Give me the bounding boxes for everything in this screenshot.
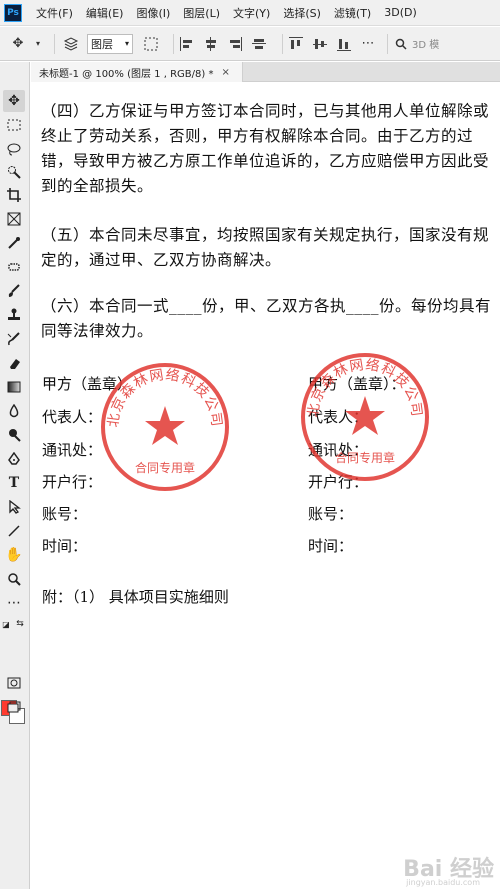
divider xyxy=(282,33,283,54)
distribute-middle-icon[interactable] xyxy=(313,37,327,51)
party-b-account: 账号： xyxy=(308,505,354,523)
options-bar: ✥ ▾ 图层 ▾ ⋯ 3D 模 xyxy=(0,27,500,61)
zoom-tool-icon[interactable] xyxy=(3,568,25,590)
document-tab-bar: 未标题-1 @ 100% (图层 1 , RGB/8) * × xyxy=(31,62,500,82)
clause-6: （六）本合同一式____份，甲、乙双方各执____份。每份均具有同等法律效力。 xyxy=(41,297,492,340)
divider xyxy=(173,33,174,54)
party-a-date: 时间： xyxy=(42,537,88,555)
company-seal-stamp: 北京森林网络科技公司 合同专用章 xyxy=(101,363,229,491)
brush-tool-icon[interactable] xyxy=(3,280,25,302)
more-tools-icon[interactable]: ⋯ xyxy=(3,592,25,614)
path-select-tool-icon[interactable] xyxy=(3,496,25,518)
close-icon[interactable]: × xyxy=(221,67,229,78)
history-brush-tool-icon[interactable] xyxy=(3,328,25,350)
party-a-account: 账号： xyxy=(42,505,88,523)
party-a-rep: 代表人： xyxy=(42,408,103,426)
menu-edit[interactable]: 编辑(E) xyxy=(86,5,124,21)
lasso-tool-icon[interactable] xyxy=(3,138,25,160)
align-left-icon[interactable] xyxy=(180,36,194,51)
line-tool-icon[interactable] xyxy=(3,520,25,542)
clause-4: （四）乙方保证与甲方签订本合同时，已与其他用人单位解除或终止了劳动关系，否则，甲… xyxy=(41,102,490,195)
eyedropper-tool-icon[interactable] xyxy=(3,232,25,254)
menu-image[interactable]: 图像(I) xyxy=(136,5,170,21)
quick-select-tool-icon[interactable] xyxy=(3,161,25,183)
hand-tool-icon[interactable]: ✋ xyxy=(3,544,25,566)
document-tab[interactable]: 未标题-1 @ 100% (图层 1 , RGB/8) * × xyxy=(31,62,243,82)
auto-select-icon[interactable] xyxy=(61,34,81,54)
healing-brush-tool-icon[interactable] xyxy=(3,256,25,278)
layer-select-value: 图层 xyxy=(91,37,113,51)
move-tool-icon[interactable]: ✥ xyxy=(3,90,25,112)
menu-3d[interactable]: 3D(D) xyxy=(384,6,417,19)
party-b-date: 时间： xyxy=(308,537,354,555)
chevron-down-icon[interactable]: ▾ xyxy=(34,34,42,54)
transform-controls-icon[interactable] xyxy=(141,34,161,54)
3d-mode-label: 3D 模 xyxy=(412,40,440,51)
svg-text:合同专用章: 合同专用章 xyxy=(335,450,395,465)
more-icon[interactable]: ⋯ xyxy=(361,34,375,54)
align-middle-icon[interactable] xyxy=(252,37,266,51)
tools-panel: ✥ T ✋ ⋯ ◪ ⇆ xyxy=(0,62,30,889)
svg-text:合同专用章: 合同专用章 xyxy=(135,460,195,475)
party-a-bank: 开户行： xyxy=(42,473,103,491)
align-right-icon[interactable] xyxy=(228,36,242,51)
marquee-tool-icon[interactable] xyxy=(3,114,25,136)
swap-colors-icon[interactable]: ⇆ xyxy=(14,618,26,630)
gradient-tool-icon[interactable] xyxy=(3,376,25,398)
company-seal-stamp: 北京森林网络科技公司 合同专用章 xyxy=(301,353,429,481)
layer-select[interactable]: 图层 ▾ xyxy=(87,33,133,54)
divider xyxy=(387,33,388,54)
distribute-top-icon[interactable] xyxy=(289,36,303,51)
menu-filter[interactable]: 滤镜(T) xyxy=(334,5,371,21)
divider xyxy=(54,33,55,54)
quick-mask-icon[interactable] xyxy=(3,672,25,694)
search-icon[interactable] xyxy=(394,34,408,54)
chevron-down-icon: ▾ xyxy=(124,39,129,48)
document-canvas[interactable]: （四）乙方保证与甲方签订本合同时，已与其他用人单位解除或终止了劳动关系，否则，甲… xyxy=(31,83,500,889)
appendix: 附：（1） 具体项目实施细则 xyxy=(42,588,229,606)
menu-layer[interactable]: 图层(L) xyxy=(183,5,220,21)
screen-mode-icon[interactable] xyxy=(3,696,25,718)
party-a-address: 通讯处： xyxy=(42,441,103,459)
default-colors-icon[interactable]: ◪ xyxy=(0,618,12,630)
document-tab-title: 未标题-1 @ 100% (图层 1 , RGB/8) * xyxy=(39,68,214,80)
align-center-icon[interactable] xyxy=(204,36,218,51)
menu-file[interactable]: 文件(F) xyxy=(36,5,73,21)
move-tool-icon[interactable]: ✥ xyxy=(8,34,28,54)
blur-tool-icon[interactable] xyxy=(3,400,25,422)
pen-tool-icon[interactable] xyxy=(3,448,25,470)
menu-bar: Ps 文件(F) 编辑(E) 图像(I) 图层(L) 文字(Y) 选择(S) 滤… xyxy=(0,0,500,26)
distribute-bottom-icon[interactable] xyxy=(337,37,351,51)
type-tool-icon[interactable]: T xyxy=(3,472,25,494)
stamp-tool-icon[interactable] xyxy=(3,304,25,326)
clause-5: （五）本合同未尽事宜，均按照国家有关规定执行，国家没有规定的，通过甲、乙双方协商… xyxy=(41,226,490,269)
eraser-tool-icon[interactable] xyxy=(3,352,25,374)
crop-tool-icon[interactable] xyxy=(3,184,25,206)
photoshop-logo: Ps xyxy=(4,3,22,22)
frame-tool-icon[interactable] xyxy=(3,208,25,230)
baidu-watermark-url: jingyan.baidu.com xyxy=(406,878,480,887)
dodge-tool-icon[interactable] xyxy=(3,424,25,446)
menu-type[interactable]: 文字(Y) xyxy=(233,5,270,21)
menu-select[interactable]: 选择(S) xyxy=(283,5,321,21)
